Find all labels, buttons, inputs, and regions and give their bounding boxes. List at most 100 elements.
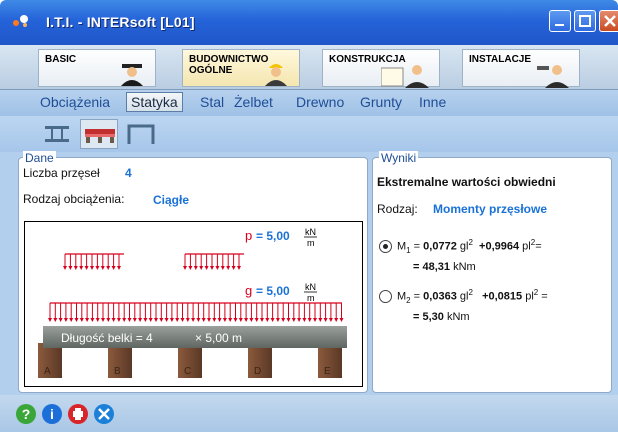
support-label: D [254,366,261,377]
g-load-arrowhead [85,318,90,322]
p-load-arrowhead [106,266,111,270]
g-load-arrowhead [217,318,222,322]
support-label: E [324,366,331,377]
g-load-arrowhead [291,318,296,322]
g-load-arrowhead [212,318,217,322]
submenu-zelbet[interactable]: Żelbet [234,94,273,110]
g-load-arrowhead [79,318,84,322]
main-panel: Dane Liczba przęseł 4 Rodzaj obciążenia:… [0,151,618,395]
g-load-arrowhead [58,318,63,322]
tools-icon[interactable] [94,404,114,424]
g-load-arrowhead [307,318,312,322]
support-label: C [184,366,191,377]
g-load-arrowhead [270,318,275,322]
g-load-arrowhead [323,318,328,322]
g-load-arrowhead [132,318,137,322]
g-load-arrowhead [233,318,238,322]
m1-radio[interactable] [379,240,392,253]
results-heading: Ekstremalne wartości obwiedni [377,175,556,189]
g-load-arrowhead [228,318,233,322]
maximize-button[interactable] [574,10,596,32]
m1-result-value: = 48,31 [413,261,451,273]
m1-coef-p: +0,9964 [479,240,520,253]
m1-coef-g: 0,0772 [423,240,457,253]
g-load-arrowhead [143,318,148,322]
single-beam-button[interactable] [38,119,76,149]
m2-radio[interactable] [379,290,392,303]
m2-symbol: M [397,290,407,303]
results-group: Wyniki Ekstremalne wartości obwiedni Rod… [372,151,612,393]
submenu-bar: Obciążenia Statyka Stal Żelbet Drewno Gr… [0,90,618,116]
g-load-arrowhead [164,318,169,322]
g-unit-den: m [307,293,315,303]
m2-unit: kNm [446,311,470,323]
help-icon[interactable]: ? [16,404,36,424]
m1-result: = 48,31 kNm [413,261,476,273]
p-load-arrowhead [63,266,67,270]
g-load-arrowhead [69,318,74,322]
info-icon[interactable]: i [42,404,62,424]
p-load-arrowhead [210,266,214,270]
group-legend: Dane [23,151,56,165]
g-load-arrowhead [154,318,158,322]
g-load-arrowhead [63,318,68,322]
m1-unit: kNm [453,261,476,273]
close-button[interactable] [599,10,618,32]
m1-formula: M1 = 0,0772 gl2 +0,9964 pl2= [397,238,542,255]
g-load-arrowhead [265,318,270,322]
p-load-arrowhead [204,266,209,270]
module-tab-instalacje[interactable]: INSTALACJE [462,49,580,88]
g-load-arrowhead [318,318,323,322]
g-value[interactable]: = 5,00 [256,284,290,298]
load-type-value[interactable]: Ciągłe [153,193,189,207]
continuous-beam-button[interactable] [80,119,118,149]
g-load-arrowhead [48,318,52,322]
graduate-icon [121,64,143,86]
submenu-stal[interactable]: Stal [200,94,224,110]
module-tab-budownictwo[interactable]: BUDOWNICTWO OGÓLNE [182,49,300,87]
frame-button[interactable] [122,119,160,149]
p-value[interactable]: = 5,00 [256,229,290,243]
g-load-arrowhead [159,318,164,322]
module-tab-konstrukcja[interactable]: KONSTRUKCJA [322,49,440,88]
g-load-arrowhead [106,318,111,322]
submenu-drewno[interactable]: Drewno [296,94,344,110]
submenu-grunty[interactable]: Grunty [360,94,402,110]
builder-icon [265,64,287,86]
minimize-button[interactable] [549,10,571,32]
g-load-arrowhead [191,318,196,322]
module-label: INSTALACJE [469,54,532,65]
g-load-arrowhead [313,318,317,322]
i-beam-icon [45,126,69,142]
m2-result: = 5,30 kNm [413,311,470,323]
print-icon[interactable] [68,404,88,424]
dead-load-arrows [48,302,344,322]
p-load-arrowhead [84,266,89,270]
p-load-arrowhead [111,266,116,270]
submenu-statyka[interactable]: Statyka [126,92,183,112]
g-load-arrowhead [238,318,243,322]
p-load-arrowhead [215,266,220,270]
beam-length-factor[interactable]: × 5,00 m [195,331,242,345]
p-unit-num: kN [305,227,316,237]
statics-toolbar [0,116,618,152]
module-label: BASIC [45,54,77,65]
submenu-obciazenia[interactable]: Obciążenia [40,94,110,110]
spans-value[interactable]: 4 [125,166,132,180]
p-symbol: p [245,228,252,243]
p-load-arrowhead [237,266,241,270]
p-load-arrowhead [188,266,193,270]
module-tab-basic[interactable]: BASIC [38,49,156,87]
g-load-arrowhead [302,318,307,322]
g-load-arrowhead [53,318,58,322]
p-load-arrowhead [73,266,78,270]
g-load-arrowhead [196,318,201,322]
submenu-inne[interactable]: Inne [419,94,446,110]
g-load-arrowhead [116,318,121,322]
group-legend: Wyniki [379,151,419,165]
g-load-arrowhead [275,318,280,322]
g-load-arrowhead [286,318,291,322]
g-load-arrowhead [175,318,180,322]
result-type-value[interactable]: Momenty przęsłowe [433,202,547,216]
m2-subscript: 2 [406,295,411,305]
